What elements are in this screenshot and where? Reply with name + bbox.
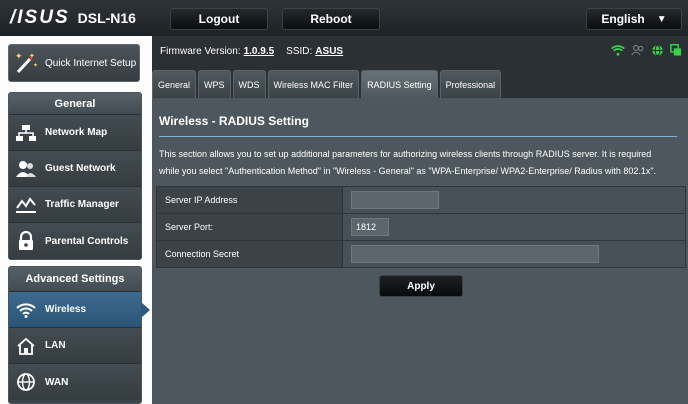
tab-wireless-mac-filter[interactable]: Wireless MAC Filter: [267, 70, 360, 98]
wifi-status-icon[interactable]: [611, 44, 625, 60]
sidebar-item-network-map[interactable]: Network Map: [9, 115, 141, 151]
ssid-link[interactable]: ASUS: [315, 46, 343, 57]
sidebar-item-parental-controls[interactable]: Parental Controls: [9, 223, 141, 259]
reboot-label: Reboot: [310, 12, 352, 26]
server-ip-input[interactable]: [351, 191, 439, 209]
status-icons: [611, 44, 682, 60]
apply-button[interactable]: Apply: [379, 275, 463, 297]
logout-button[interactable]: Logout: [170, 8, 268, 30]
svg-text:✦: ✦: [29, 52, 35, 60]
table-row: Server IP Address: [156, 186, 686, 214]
server-ip-label: Server IP Address: [156, 186, 343, 214]
sidebar-item-wireless[interactable]: Wireless: [9, 292, 150, 328]
language-label: English: [601, 12, 645, 26]
table-row: Connection Secret: [156, 240, 686, 268]
lock-icon: [15, 230, 37, 252]
globe-icon: [15, 371, 37, 393]
sidebar-item-traffic-manager[interactable]: Traffic Manager: [9, 187, 141, 223]
tab-professional[interactable]: Professional: [439, 70, 502, 98]
firmware-version-link[interactable]: 1.0.9.5: [244, 46, 275, 57]
content-area: Wireless - RADIUS Setting This section a…: [152, 98, 688, 404]
server-port-input[interactable]: 1812: [351, 218, 389, 236]
tab-wps[interactable]: WPS: [198, 70, 231, 98]
general-menu: General Network Map Guest Network Traffi…: [8, 92, 142, 260]
brand-logo: /ISUS DSL-N16: [10, 6, 136, 30]
title-divider: [159, 136, 677, 137]
sidebar-item-guest-network[interactable]: Guest Network: [9, 151, 141, 187]
main-panel: Firmware Version: 1.0.9.5 SSID: ASUS Gen…: [152, 36, 688, 404]
language-select[interactable]: English ▼: [586, 8, 682, 30]
tab-radius-setting[interactable]: RADIUS Setting: [361, 70, 438, 98]
status-bar: Firmware Version: 1.0.9.5 SSID: ASUS: [152, 36, 688, 66]
sidebar-item-label: Parental Controls: [45, 235, 129, 247]
sidebar-item-lan[interactable]: LAN: [9, 328, 141, 364]
connection-secret-input[interactable]: [351, 245, 599, 263]
connection-secret-label: Connection Secret: [156, 240, 343, 268]
internet-status-icon[interactable]: [651, 44, 664, 60]
reboot-button[interactable]: Reboot: [282, 8, 380, 30]
home-icon: [15, 335, 37, 357]
traffic-manager-icon: [15, 194, 37, 216]
quick-internet-setup-button[interactable]: ✦ ✦ ✦ Quick Internet Setup: [8, 44, 140, 82]
advanced-settings-title: Advanced Settings: [9, 267, 141, 292]
sidebar-item-label: WAN: [45, 376, 69, 388]
logout-label: Logout: [198, 12, 240, 26]
chevron-down-icon: ▼: [656, 13, 667, 25]
sidebar-item-label: Network Map: [45, 127, 108, 138]
model-name: DSL-N16: [77, 10, 136, 26]
top-bar: /ISUS DSL-N16 Logout Reboot English ▼: [0, 0, 688, 36]
sidebar-item-label: Guest Network: [45, 163, 116, 174]
section-description: This section allows you to set up additi…: [159, 146, 679, 180]
advanced-settings-menu: Advanced Settings Wireless LAN WAN: [8, 266, 150, 404]
server-port-label: Server Port:: [156, 213, 343, 241]
quick-setup-label: Quick Internet Setup: [45, 57, 137, 69]
clients-status-icon[interactable]: [631, 44, 645, 60]
page-title: Wireless - RADIUS Setting: [159, 114, 309, 128]
tab-wds[interactable]: WDS: [232, 70, 266, 98]
ssid-label: SSID:: [286, 45, 313, 57]
magic-wand-icon: ✦ ✦ ✦: [13, 50, 39, 76]
radius-settings-table: Server IP Address Server Port: 1812 Conn…: [156, 186, 686, 268]
tab-general[interactable]: General: [152, 70, 197, 98]
tab-bar: General WPS WDS Wireless MAC Filter RADI…: [152, 70, 503, 98]
sidebar-item-label: LAN: [45, 340, 66, 351]
asus-logo: /ISUS: [10, 7, 70, 28]
description-line-1: This section allows you to set up additi…: [159, 149, 652, 159]
firmware-label: Firmware Version:: [160, 45, 241, 57]
guest-network-icon: [15, 158, 37, 180]
general-menu-title: General: [9, 93, 141, 115]
network-map-icon: [15, 122, 37, 144]
svg-text:✦: ✦: [15, 51, 23, 61]
table-row: Server Port: 1812: [156, 213, 686, 241]
usb-status-icon[interactable]: [670, 44, 682, 60]
sidebar-item-wan[interactable]: WAN: [9, 364, 141, 400]
svg-text:✦: ✦: [33, 62, 38, 69]
wifi-icon: [15, 299, 37, 321]
description-line-2: while you select "Authentication Method"…: [159, 166, 657, 176]
sidebar-item-label: Wireless: [45, 304, 87, 315]
sidebar-item-label: Traffic Manager: [45, 199, 119, 210]
